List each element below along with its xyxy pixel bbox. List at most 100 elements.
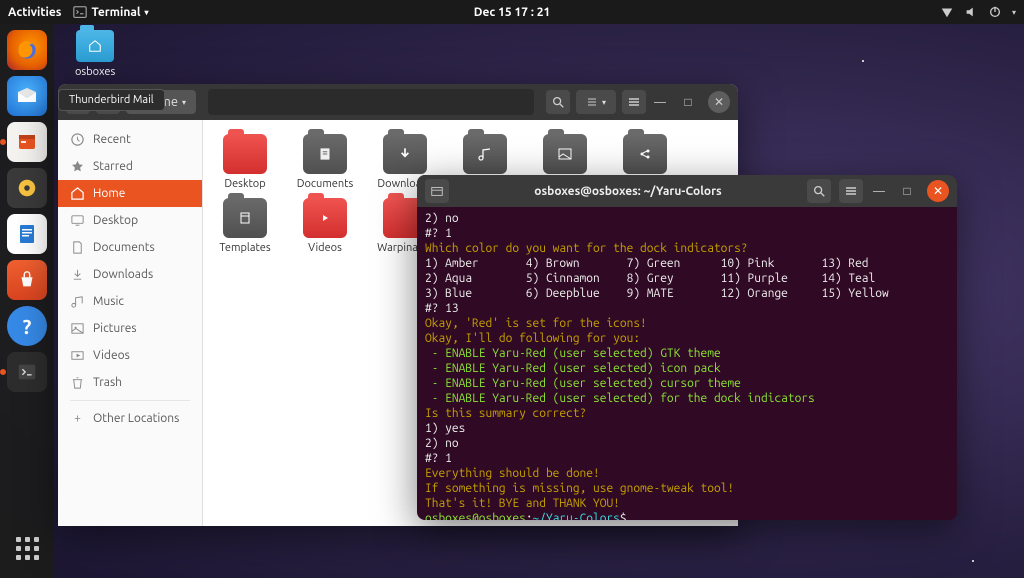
sidebar-label: Downloads bbox=[93, 268, 153, 281]
terminal-line: 2) no bbox=[425, 436, 949, 451]
sidebar-item-home[interactable]: Home bbox=[58, 180, 202, 207]
sidebar-label: Pictures bbox=[93, 322, 137, 335]
dock-libreoffice[interactable] bbox=[7, 214, 47, 254]
menu-icon bbox=[844, 184, 858, 198]
sidebar-item-pictures[interactable]: Pictures bbox=[58, 315, 202, 342]
chevron-down-icon[interactable]: ▾ bbox=[1012, 8, 1016, 17]
chevron-down-icon: ▾ bbox=[145, 8, 149, 17]
maximize-button[interactable]: □ bbox=[680, 94, 696, 110]
minimize-button[interactable]: — bbox=[652, 94, 668, 110]
sidebar-label: Recent bbox=[93, 133, 131, 146]
power-icon[interactable] bbox=[988, 5, 1002, 19]
terminal-line: Okay, 'Red' is set for the icons! bbox=[425, 316, 949, 331]
folder-icon bbox=[303, 198, 347, 238]
sidebar-item-desktop[interactable]: Desktop bbox=[58, 207, 202, 234]
folder-icon bbox=[383, 134, 427, 174]
sidebar-item-trash[interactable]: Trash bbox=[58, 369, 202, 396]
search-button[interactable] bbox=[546, 90, 570, 114]
desktop-icon bbox=[70, 213, 85, 228]
dock-terminal[interactable] bbox=[7, 352, 47, 392]
terminal-line: 2) Aqua 5) Cinnamon 8) Grey 11) Purple 1… bbox=[425, 271, 949, 286]
sidebar-other-locations[interactable]: +Other Locations bbox=[58, 405, 202, 432]
terminal-titlebar[interactable]: osboxes@osboxes: ~/Yaru-Colors — □ ✕ bbox=[417, 175, 957, 207]
terminal-menu-button[interactable] bbox=[839, 179, 863, 203]
terminal-window: osboxes@osboxes: ~/Yaru-Colors — □ ✕ 2) … bbox=[417, 175, 957, 520]
folder-icon bbox=[223, 198, 267, 238]
trash-icon bbox=[70, 375, 85, 390]
activities-button[interactable]: Activities bbox=[8, 6, 61, 19]
tab-icon bbox=[430, 184, 444, 198]
files-sidebar: Recent StarredHome Desktop Documents Downloa… bbox=[58, 120, 203, 526]
folder-templates[interactable]: Templates bbox=[213, 198, 277, 254]
dock-show-apps[interactable] bbox=[7, 528, 47, 568]
sidebar-label: Desktop bbox=[93, 214, 138, 227]
dock-rhythmbox[interactable] bbox=[7, 168, 47, 208]
folder-documents[interactable]: Documents bbox=[293, 134, 357, 190]
terminal-line: #? 1 bbox=[425, 451, 949, 466]
close-button[interactable]: ✕ bbox=[708, 91, 730, 113]
sidebar-item-music[interactable]: Music bbox=[58, 288, 202, 315]
sidebar-item-documents[interactable]: Documents bbox=[58, 234, 202, 261]
terminal-search-button[interactable] bbox=[807, 179, 831, 203]
tooltip-thunderbird: Thunderbird Mail bbox=[58, 89, 165, 111]
pathbar[interactable] bbox=[208, 89, 534, 115]
terminal-line: Okay, I'll do following for you: bbox=[425, 331, 949, 346]
dock-firefox[interactable] bbox=[7, 30, 47, 70]
terminal-line: 1) Amber 4) Brown 7) Green 10) Pink 13) … bbox=[425, 256, 949, 271]
folder-label: Templates bbox=[219, 242, 270, 254]
folder-icon bbox=[303, 134, 347, 174]
clock-icon bbox=[70, 132, 85, 147]
dock-software[interactable] bbox=[7, 260, 47, 300]
terminal-line: #? 1 bbox=[425, 226, 949, 241]
sidebar-item-downloads[interactable]: Downloads bbox=[58, 261, 202, 288]
chevron-down-icon: ▾ bbox=[182, 98, 186, 107]
sidebar-label: Music bbox=[93, 295, 124, 308]
hamburger-button[interactable] bbox=[622, 90, 646, 114]
terminal-line: That's it! BYE and THANK YOU! bbox=[425, 496, 949, 511]
volume-icon[interactable] bbox=[964, 5, 978, 19]
dock-files[interactable] bbox=[7, 122, 47, 162]
terminal-title: osboxes@osboxes: ~/Yaru-Colors bbox=[457, 185, 799, 198]
terminal-line: Which color do you want for the dock ind… bbox=[425, 241, 949, 256]
terminal-body[interactable]: 2) no#? 1Which color do you want for the… bbox=[417, 207, 957, 520]
sidebar-label: Videos bbox=[93, 349, 130, 362]
app-menu[interactable]: Terminal ▾ bbox=[73, 5, 148, 19]
music-icon bbox=[70, 294, 85, 309]
dock-thunderbird[interactable] bbox=[7, 76, 47, 116]
home-icon bbox=[70, 186, 85, 201]
sidebar-item-recent[interactable]: Recent bbox=[58, 126, 202, 153]
terminal-line: 3) Blue 6) Deepblue 9) MATE 12) Orange 1… bbox=[425, 286, 949, 301]
folder-videos[interactable]: Videos bbox=[293, 198, 357, 254]
terminal-icon bbox=[73, 5, 87, 19]
video-icon bbox=[70, 348, 85, 363]
terminal-line: 2) no bbox=[425, 211, 949, 226]
terminal-line: - ENABLE Yaru-Red (user selected) GTK th… bbox=[425, 346, 949, 361]
folder-icon bbox=[223, 134, 267, 174]
folder-label: Documents bbox=[297, 178, 354, 190]
terminal-line: - ENABLE Yaru-Red (user selected) cursor… bbox=[425, 376, 949, 391]
terminal-line: 1) yes bbox=[425, 421, 949, 436]
folder-label: Videos bbox=[308, 242, 342, 254]
folder-desktop[interactable]: Desktop bbox=[213, 134, 277, 190]
sidebar-label: Trash bbox=[93, 376, 122, 389]
gnome-topbar: Activities Terminal ▾ Dec 15 17 : 21 ▾ bbox=[0, 0, 1024, 24]
dock-help[interactable]: ? bbox=[7, 306, 47, 346]
dock: ? bbox=[0, 24, 54, 578]
desktop-folder-osboxes[interactable]: osboxes bbox=[75, 30, 115, 78]
folder-icon bbox=[463, 134, 507, 174]
doc-icon bbox=[70, 240, 85, 255]
sidebar-item-starred[interactable]: Starred bbox=[58, 153, 202, 180]
network-icon[interactable] bbox=[940, 5, 954, 19]
terminal-line: If something is missing, use gnome-tweak… bbox=[425, 481, 949, 496]
view-options-button[interactable]: ▾ bbox=[576, 90, 616, 114]
search-icon bbox=[812, 184, 826, 198]
minimize-button[interactable]: — bbox=[871, 183, 887, 199]
new-tab-button[interactable] bbox=[425, 179, 449, 203]
terminal-prompt: osboxes@osboxes:~/Yaru-Colors$ bbox=[425, 511, 949, 520]
clock[interactable]: Dec 15 17 : 21 bbox=[474, 6, 551, 19]
close-button[interactable]: ✕ bbox=[927, 180, 949, 202]
plus-icon: + bbox=[70, 411, 85, 426]
maximize-button[interactable]: □ bbox=[899, 183, 915, 199]
pic-icon bbox=[70, 321, 85, 336]
sidebar-item-videos[interactable]: Videos bbox=[58, 342, 202, 369]
